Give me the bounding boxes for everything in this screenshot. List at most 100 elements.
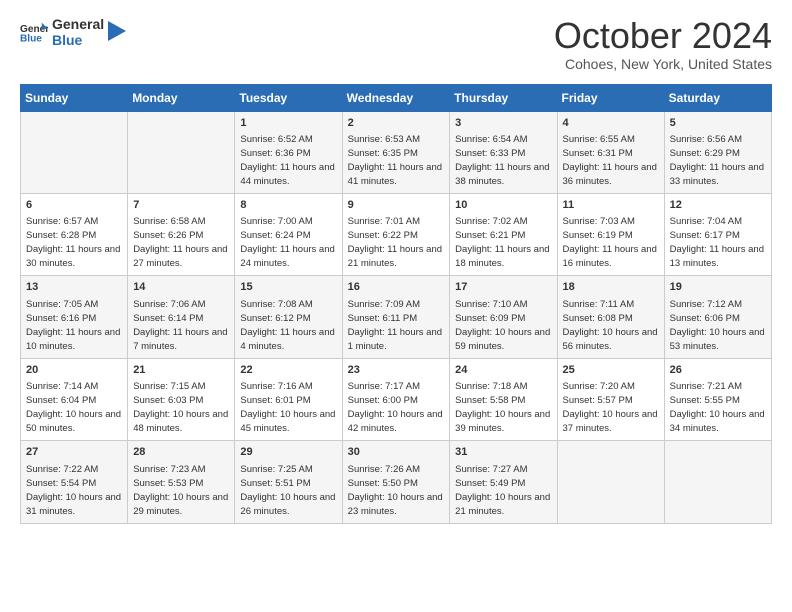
day-number: 23 bbox=[348, 363, 445, 378]
day-number: 17 bbox=[455, 280, 551, 295]
day-number: 18 bbox=[563, 280, 659, 295]
calendar-day-28: 28Sunrise: 7:23 AM Sunset: 5:53 PM Dayli… bbox=[128, 441, 235, 523]
calendar-day-1: 1 Sunrise: 6:52 AM Sunset: 6:36 PM Daylig… bbox=[235, 111, 342, 193]
day-info: Sunrise: 6:57 AM Sunset: 6:28 PM Dayligh… bbox=[26, 216, 120, 269]
day-number: 28 bbox=[133, 445, 229, 460]
day-number: 7 bbox=[133, 198, 229, 213]
day-number: 30 bbox=[348, 445, 445, 460]
day-info: Sunrise: 6:54 AM Sunset: 6:33 PM Dayligh… bbox=[455, 134, 549, 187]
calendar-day-9: 9 Sunrise: 7:01 AM Sunset: 6:22 PM Daylig… bbox=[342, 193, 450, 275]
day-number: 22 bbox=[240, 363, 336, 378]
day-number: 26 bbox=[670, 363, 766, 378]
calendar-day-31: 31 Sunrise: 7:27 AM Sunset: 5:49 PM Dayli… bbox=[450, 441, 557, 523]
day-info: Sunrise: 6:53 AM Sunset: 6:35 PM Dayligh… bbox=[348, 134, 442, 187]
logo: General Blue General Blue bbox=[20, 16, 126, 48]
calendar-day-29: 29 Sunrise: 7:25 AM Sunset: 5:51 PM Dayli… bbox=[235, 441, 342, 523]
header-thursday: Thursday bbox=[450, 84, 557, 111]
calendar-day-13: 13 Sunrise: 7:05 AM Sunset: 6:16 PM Dayli… bbox=[21, 276, 128, 358]
day-number: 6 bbox=[26, 198, 122, 213]
calendar-week-row: 27 Sunrise: 7:22 AM Sunset: 5:54 PM Dayli… bbox=[21, 441, 772, 523]
logo-triangle-icon bbox=[108, 21, 126, 43]
day-info: Sunrise: 7:25 AM Sunset: 5:51 PM Dayligh… bbox=[240, 464, 335, 517]
calendar-empty bbox=[557, 441, 664, 523]
day-number: 29 bbox=[240, 445, 336, 460]
day-info: Sunrise: 7:04 AM Sunset: 6:17 PM Dayligh… bbox=[670, 216, 764, 269]
day-info: Sunrise: 7:21 AM Sunset: 5:55 PM Dayligh… bbox=[670, 381, 765, 434]
calendar-day-10: 10Sunrise: 7:02 AM Sunset: 6:21 PM Dayli… bbox=[450, 193, 557, 275]
calendar-day-12: 12 Sunrise: 7:04 AM Sunset: 6:17 PM Dayli… bbox=[664, 193, 771, 275]
header-monday: Monday bbox=[128, 84, 235, 111]
calendar-day-5: 5 Sunrise: 6:56 AM Sunset: 6:29 PM Daylig… bbox=[664, 111, 771, 193]
day-info: Sunrise: 6:56 AM Sunset: 6:29 PM Dayligh… bbox=[670, 134, 764, 187]
day-number: 19 bbox=[670, 280, 766, 295]
day-info: Sunrise: 7:00 AM Sunset: 6:24 PM Dayligh… bbox=[240, 216, 334, 269]
day-number: 1 bbox=[240, 116, 336, 131]
day-number: 20 bbox=[26, 363, 122, 378]
day-number: 8 bbox=[240, 198, 336, 213]
day-info: Sunrise: 6:52 AM Sunset: 6:36 PM Dayligh… bbox=[240, 134, 334, 187]
logo-general: General bbox=[52, 16, 104, 32]
day-info: Sunrise: 7:12 AM Sunset: 6:06 PM Dayligh… bbox=[670, 299, 765, 352]
day-info: Sunrise: 7:05 AM Sunset: 6:16 PM Dayligh… bbox=[26, 299, 120, 352]
calendar-day-8: 8 Sunrise: 7:00 AM Sunset: 6:24 PM Daylig… bbox=[235, 193, 342, 275]
day-number: 15 bbox=[240, 280, 336, 295]
day-number: 16 bbox=[348, 280, 445, 295]
day-info: Sunrise: 7:08 AM Sunset: 6:12 PM Dayligh… bbox=[240, 299, 334, 352]
calendar-day-14: 14Sunrise: 7:06 AM Sunset: 6:14 PM Dayli… bbox=[128, 276, 235, 358]
day-info: Sunrise: 7:20 AM Sunset: 5:57 PM Dayligh… bbox=[563, 381, 658, 434]
day-number: 12 bbox=[670, 198, 766, 213]
header-friday: Friday bbox=[557, 84, 664, 111]
calendar-header-row: SundayMondayTuesdayWednesdayThursdayFrid… bbox=[21, 84, 772, 111]
calendar-day-30: 30Sunrise: 7:26 AM Sunset: 5:50 PM Dayli… bbox=[342, 441, 450, 523]
day-number: 13 bbox=[26, 280, 122, 295]
calendar-empty bbox=[128, 111, 235, 193]
calendar-day-18: 18 Sunrise: 7:11 AM Sunset: 6:08 PM Dayli… bbox=[557, 276, 664, 358]
day-number: 27 bbox=[26, 445, 122, 460]
day-info: Sunrise: 7:09 AM Sunset: 6:11 PM Dayligh… bbox=[348, 299, 442, 352]
page-header: General Blue General Blue October 2024 C… bbox=[20, 16, 772, 72]
calendar-day-26: 26 Sunrise: 7:21 AM Sunset: 5:55 PM Dayli… bbox=[664, 358, 771, 440]
calendar-day-21: 21Sunrise: 7:15 AM Sunset: 6:03 PM Dayli… bbox=[128, 358, 235, 440]
title-block: October 2024 Cohoes, New York, United St… bbox=[554, 16, 772, 72]
day-number: 31 bbox=[455, 445, 551, 460]
day-info: Sunrise: 7:06 AM Sunset: 6:14 PM Dayligh… bbox=[133, 299, 227, 352]
calendar-day-15: 15 Sunrise: 7:08 AM Sunset: 6:12 PM Dayli… bbox=[235, 276, 342, 358]
day-number: 2 bbox=[348, 116, 445, 131]
calendar-empty bbox=[664, 441, 771, 523]
calendar-table: SundayMondayTuesdayWednesdayThursdayFrid… bbox=[20, 84, 772, 524]
calendar-week-row: 1 Sunrise: 6:52 AM Sunset: 6:36 PM Daylig… bbox=[21, 111, 772, 193]
header-saturday: Saturday bbox=[664, 84, 771, 111]
day-info: Sunrise: 7:14 AM Sunset: 6:04 PM Dayligh… bbox=[26, 381, 121, 434]
calendar-day-3: 3 Sunrise: 6:54 AM Sunset: 6:33 PM Daylig… bbox=[450, 111, 557, 193]
day-info: Sunrise: 7:17 AM Sunset: 6:00 PM Dayligh… bbox=[348, 381, 443, 434]
day-info: Sunrise: 7:01 AM Sunset: 6:22 PM Dayligh… bbox=[348, 216, 442, 269]
day-info: Sunrise: 7:11 AM Sunset: 6:08 PM Dayligh… bbox=[563, 299, 658, 352]
day-number: 24 bbox=[455, 363, 551, 378]
day-number: 10 bbox=[455, 198, 551, 213]
day-info: Sunrise: 7:18 AM Sunset: 5:58 PM Dayligh… bbox=[455, 381, 550, 434]
day-info: Sunrise: 7:16 AM Sunset: 6:01 PM Dayligh… bbox=[240, 381, 335, 434]
calendar-day-11: 11Sunrise: 7:03 AM Sunset: 6:19 PM Dayli… bbox=[557, 193, 664, 275]
day-number: 21 bbox=[133, 363, 229, 378]
calendar-day-17: 17 Sunrise: 7:10 AM Sunset: 6:09 PM Dayli… bbox=[450, 276, 557, 358]
header-wednesday: Wednesday bbox=[342, 84, 450, 111]
day-number: 5 bbox=[670, 116, 766, 131]
day-info: Sunrise: 7:27 AM Sunset: 5:49 PM Dayligh… bbox=[455, 464, 550, 517]
calendar-week-row: 6 Sunrise: 6:57 AM Sunset: 6:28 PM Daylig… bbox=[21, 193, 772, 275]
logo-icon: General Blue bbox=[20, 21, 48, 43]
logo-blue: Blue bbox=[52, 32, 104, 48]
day-info: Sunrise: 7:22 AM Sunset: 5:54 PM Dayligh… bbox=[26, 464, 121, 517]
calendar-day-20: 20 Sunrise: 7:14 AM Sunset: 6:04 PM Dayli… bbox=[21, 358, 128, 440]
day-number: 9 bbox=[348, 198, 445, 213]
calendar-week-row: 13 Sunrise: 7:05 AM Sunset: 6:16 PM Dayli… bbox=[21, 276, 772, 358]
day-info: Sunrise: 6:58 AM Sunset: 6:26 PM Dayligh… bbox=[133, 216, 227, 269]
day-number: 3 bbox=[455, 116, 551, 131]
calendar-day-25: 25Sunrise: 7:20 AM Sunset: 5:57 PM Dayli… bbox=[557, 358, 664, 440]
day-number: 4 bbox=[563, 116, 659, 131]
calendar-day-22: 22 Sunrise: 7:16 AM Sunset: 6:01 PM Dayli… bbox=[235, 358, 342, 440]
calendar-day-4: 4 Sunrise: 6:55 AM Sunset: 6:31 PM Daylig… bbox=[557, 111, 664, 193]
calendar-day-7: 7 Sunrise: 6:58 AM Sunset: 6:26 PM Daylig… bbox=[128, 193, 235, 275]
day-info: Sunrise: 6:55 AM Sunset: 6:31 PM Dayligh… bbox=[563, 134, 657, 187]
calendar-day-2: 2 Sunrise: 6:53 AM Sunset: 6:35 PM Daylig… bbox=[342, 111, 450, 193]
day-info: Sunrise: 7:10 AM Sunset: 6:09 PM Dayligh… bbox=[455, 299, 550, 352]
